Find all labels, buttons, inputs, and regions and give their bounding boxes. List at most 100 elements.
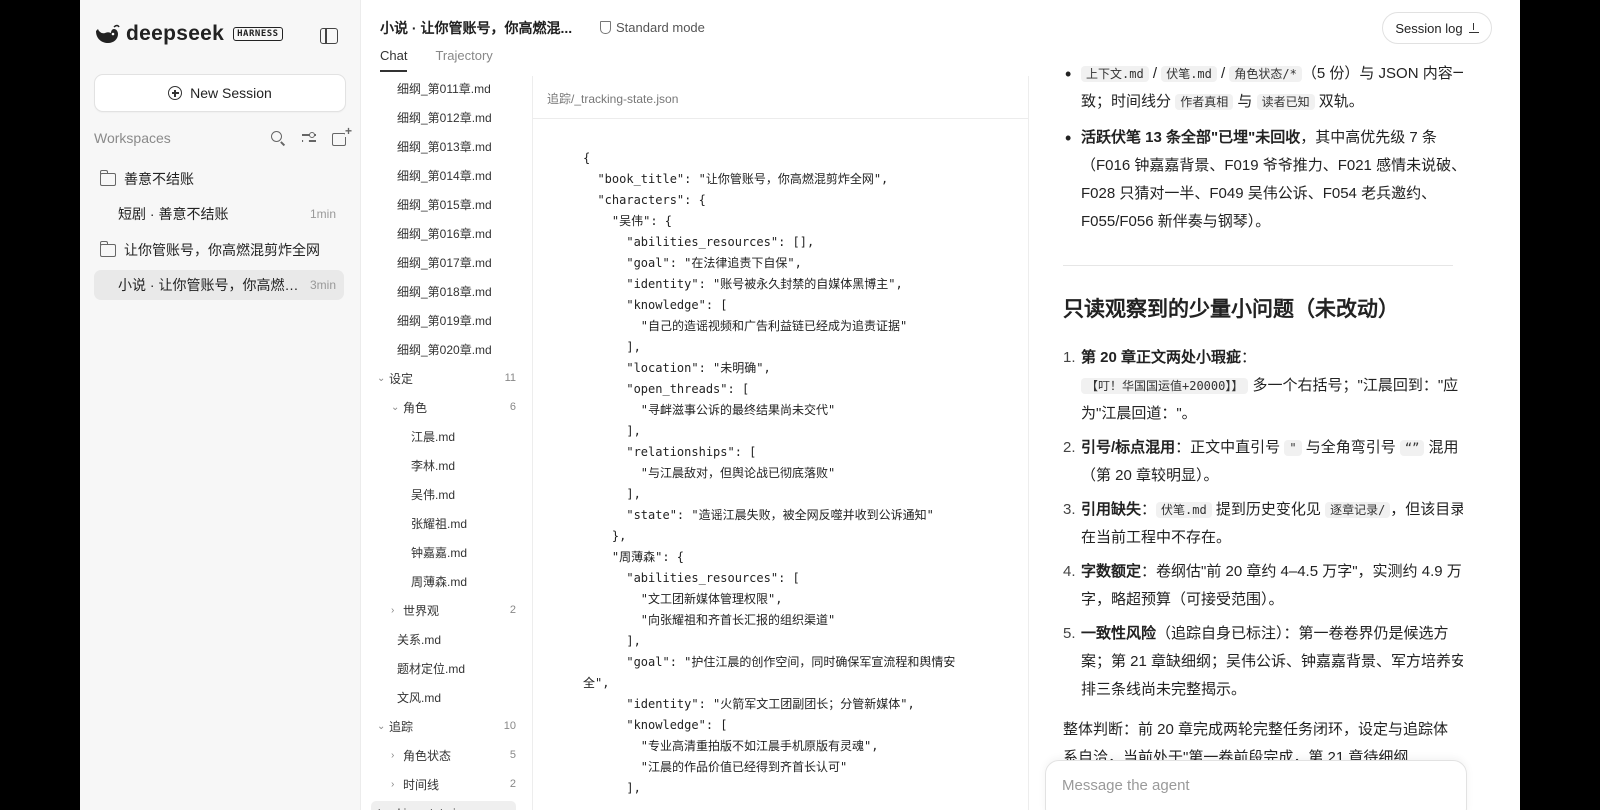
code-line: "book_title": "让你管账号，你高燃混剪炸全网", — [583, 172, 889, 186]
code-line: "自己的造谣视频和广告利益链已经成为追责证据" — [583, 319, 908, 333]
session-log-button[interactable]: Session log — [1382, 12, 1492, 44]
filetree-file[interactable]: 细纲_第018章.md — [397, 279, 516, 303]
filetree-folder[interactable]: › 角色状态 5 — [391, 743, 516, 767]
filetree-file[interactable]: 钟嘉嘉.md — [411, 540, 516, 564]
filetree-count: 10 — [503, 720, 516, 732]
list-number: 2. — [1063, 439, 1076, 456]
filetree-file[interactable]: 细纲_第020章.md — [397, 337, 516, 361]
filetree-label: 江晨.md — [411, 429, 456, 444]
download-icon — [1468, 22, 1479, 34]
inline-code: 伏笔.md — [1156, 502, 1212, 518]
filetree-file[interactable]: _tracking-state.json — [371, 801, 516, 810]
filetree-label: 细纲_第018章.md — [397, 284, 492, 299]
inline-code: 角色状态/* — [1229, 66, 1302, 82]
session-item[interactable]: 短剧 · 善意不结账 1min — [94, 199, 344, 229]
code-line: "relationships": [ — [583, 445, 757, 459]
code-line: "专业高清重拍版不如江晨手机原版有灵魂", — [583, 739, 879, 753]
filetree-file[interactable]: 吴伟.md — [411, 482, 516, 506]
harness-badge: HARNESS — [233, 27, 283, 41]
text: ： — [1241, 349, 1257, 366]
sidebar-toggle-icon[interactable] — [320, 28, 338, 44]
filetree-file[interactable]: 江晨.md — [411, 424, 516, 448]
chevron-right-icon: › — [391, 604, 395, 616]
text: ：正文中直引号 — [1175, 439, 1285, 456]
filetree-file[interactable]: 细纲_第013章.md — [397, 134, 516, 158]
filetree-file[interactable]: 文风.md — [397, 685, 516, 709]
list-number: 4. — [1063, 563, 1076, 580]
filetree-folder[interactable]: ⌄ 追踪 10 — [377, 714, 516, 738]
inline-code: “” — [1399, 440, 1425, 456]
chat-transcript: 上下文.md / 伏笔.md / 角色状态/*（5 份）与 JSON 内容一致；… — [1063, 64, 1463, 810]
code-line: { — [583, 151, 591, 165]
filetree-label: 细纲_第011章.md — [397, 81, 491, 96]
list-number: 5. — [1063, 625, 1076, 642]
list-item: 活跃伏笔 13 条全部"已埋"未回收，其中高优先级 7 条（F016 钟嘉嘉背景… — [1063, 124, 1463, 236]
code-line: "open_threads": [ — [583, 382, 750, 396]
plus-circle-icon — [168, 86, 183, 100]
filetree-file[interactable]: 细纲_第016章.md — [397, 221, 516, 245]
divider — [1063, 265, 1453, 266]
filetree-file[interactable]: 细纲_第014章.md — [397, 163, 516, 187]
filetree-label: 细纲_第012章.md — [397, 110, 492, 125]
new-session-button[interactable]: New Session — [94, 74, 346, 112]
code-line: "identity": "账号被永久封禁的自媒体黑博主", — [583, 277, 903, 291]
code-line: }, — [583, 529, 627, 543]
list-number: 1. — [1063, 349, 1076, 366]
filetree-file[interactable]: 张耀祖.md — [411, 511, 516, 535]
json-content: { "book_title": "让你管账号，你高燃混剪炸全网", "chara… — [583, 148, 1018, 799]
filetree-label: 周薄森.md — [411, 574, 468, 589]
filetree-file[interactable]: 李林.md — [411, 453, 516, 477]
text: 双轨。 — [1318, 93, 1364, 110]
filter-icon[interactable] — [301, 130, 317, 146]
brand-name: deepseek — [126, 22, 225, 45]
session-time: 3min — [309, 278, 336, 292]
search-icon[interactable] — [270, 130, 286, 146]
message-composer[interactable]: Message the agent — [1045, 760, 1467, 810]
list-item: 2. 引号/标点混用：正文中直引号 " 与全角弯引号 “” 混用（第 20 章较… — [1063, 434, 1463, 490]
session-time: 1min — [309, 207, 336, 221]
filetree-file[interactable]: 细纲_第017章.md — [397, 250, 516, 274]
code-line: "与江晨敌对，但舆论战已彻底落败" — [583, 466, 836, 480]
chevron-down-icon: ⌄ — [377, 720, 386, 732]
text: 与全角弯引号 — [1301, 439, 1400, 456]
workspace-item[interactable]: 善意不结账 — [94, 164, 344, 194]
session-item-active[interactable]: 小说 · 让你管账号，你高燃混剪炸全网 3min — [94, 270, 344, 300]
inline-code: 伏笔.md — [1161, 66, 1217, 82]
filetree-file[interactable]: 题材定位.md — [397, 656, 516, 680]
page-title: 小说 · 让你管账号，你高燃混... — [380, 20, 573, 36]
bold-text: 引用缺失 — [1081, 501, 1142, 518]
filetree-file[interactable]: 周薄森.md — [411, 569, 516, 593]
filetree-label: 细纲_第014章.md — [397, 168, 492, 183]
workspace-item[interactable]: 让你管账号，你高燃混剪炸全网 — [94, 235, 344, 265]
filetree-file[interactable]: 细纲_第019章.md — [397, 308, 516, 332]
tab-trajectory[interactable]: Trajectory — [435, 48, 492, 72]
mode-label: Standard mode — [616, 20, 705, 35]
filetree-file[interactable]: 关系.md — [397, 627, 516, 651]
new-session-label: New Session — [190, 85, 272, 101]
filetree-file[interactable]: 细纲_第012章.md — [397, 105, 516, 129]
file-tree: 细纲_第011章.md 细纲_第012章.md 细纲_第013章.md 细纲_第014… — [361, 76, 533, 810]
code-line: "abilities_resources": [ — [583, 571, 800, 585]
filetree-folder[interactable]: › 世界观 2 — [391, 598, 516, 622]
filetree-folder[interactable]: ⌄ 角色 6 — [391, 395, 516, 419]
filetree-label: 文风.md — [397, 690, 442, 705]
code-line: "吴伟": { — [583, 214, 673, 228]
filetree-file[interactable]: 细纲_第011章.md — [397, 76, 516, 100]
filetree-label: 世界观 — [403, 603, 440, 618]
filetree-label: _tracking-state.json — [371, 806, 475, 810]
code-line: "identity": "火箭军文工团副团长；分管新媒体", — [583, 697, 915, 711]
code-line: "文工团新媒体管理权限", — [583, 592, 783, 606]
chevron-right-icon: › — [391, 778, 395, 790]
folder-icon — [99, 169, 116, 186]
inline-code: 读者已知 — [1256, 94, 1315, 110]
filetree-file[interactable]: 细纲_第015章.md — [397, 192, 516, 216]
code-line: "江晨的作品价值已经得到齐首长认可" — [583, 760, 848, 774]
filetree-folder[interactable]: › 时间线 2 — [391, 772, 516, 796]
mode-indicator[interactable]: Standard mode — [600, 20, 705, 35]
session-label: 短剧 · 善意不结账 — [118, 206, 229, 222]
divider — [533, 118, 1028, 119]
code-line: "goal": "护住江晨的创作空间，同时确保军宣流程和舆情安 — [583, 655, 956, 669]
tab-chat[interactable]: Chat — [380, 48, 408, 72]
new-folder-icon[interactable] — [332, 125, 353, 146]
filetree-folder[interactable]: ⌄ 设定 11 — [377, 366, 516, 390]
